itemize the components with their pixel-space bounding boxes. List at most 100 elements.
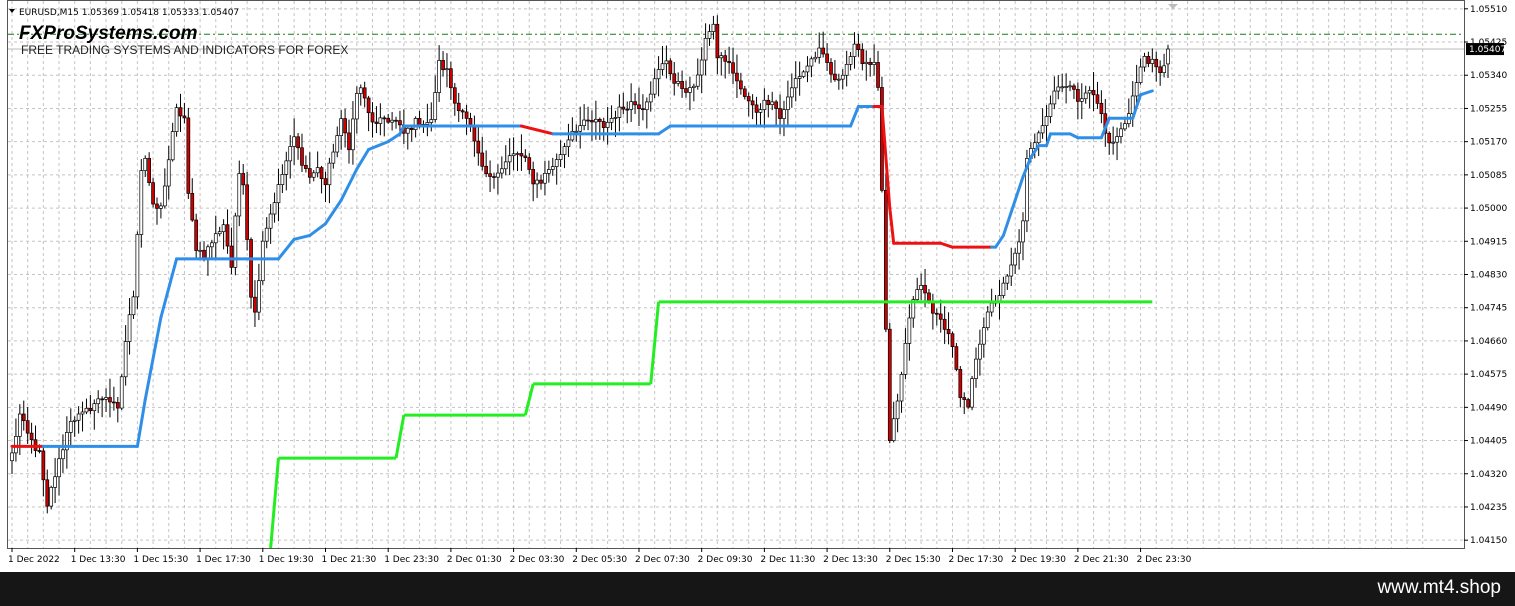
candle-bull	[390, 119, 394, 123]
candle-bull	[206, 246, 210, 259]
candle-bear	[829, 62, 833, 75]
candle-bull	[852, 43, 857, 57]
candle-bear	[625, 108, 630, 111]
symbol-info: EURUSD,M15 1.05369 1.05418 1.05333 1.054…	[19, 8, 239, 18]
candle-bull	[605, 121, 610, 128]
candle-bull	[331, 151, 336, 164]
candle-bull	[699, 59, 704, 76]
candle-bear	[672, 73, 677, 84]
candle-bear	[746, 96, 751, 102]
candle-bear	[1107, 132, 1112, 144]
candle-bear	[484, 165, 489, 175]
price-chart[interactable]: 1.055101.054251.053401.052551.051701.050…	[0, 0, 1515, 572]
candle-bull	[1068, 85, 1072, 88]
candle-bear	[868, 61, 873, 65]
candle-bull	[351, 118, 355, 151]
candle-bear	[492, 176, 496, 178]
candle-bear	[178, 107, 183, 117]
candle-bull	[96, 398, 101, 405]
candle-bull	[264, 227, 269, 242]
candle-bull	[813, 56, 818, 60]
candle-bear	[766, 99, 771, 106]
candle-bull	[809, 58, 814, 67]
candle-bear	[45, 479, 50, 507]
candle-bull	[644, 101, 649, 111]
candle-bull	[547, 169, 551, 174]
candle-bull	[119, 376, 124, 409]
candle-bear	[938, 313, 943, 320]
candle-bear	[253, 296, 257, 313]
plot-background	[0, 0, 1515, 572]
candle-bull	[782, 109, 786, 119]
candle-bull	[758, 109, 763, 113]
candle-bear	[394, 119, 398, 122]
price-tick-label: 1.04575	[1470, 370, 1507, 380]
time-tick-label: 1 Dec 21:30	[321, 555, 376, 565]
candle-bear	[754, 104, 759, 113]
tagline: FREE TRADING SYSTEMS AND INDICATORS FOR …	[21, 43, 348, 57]
candle-bull	[789, 87, 794, 98]
candle-bull	[143, 157, 148, 171]
candle-bear	[778, 108, 782, 119]
candle-bull	[1021, 220, 1025, 243]
candle-bear	[398, 120, 402, 126]
candle-bull	[131, 296, 136, 316]
candle-bull	[801, 71, 806, 77]
time-tick-label: 2 Dec 11:30	[760, 555, 815, 565]
candle-bull	[354, 93, 359, 120]
candle-bear	[21, 413, 26, 422]
candle-bull	[1142, 56, 1147, 68]
candle-bull	[135, 234, 140, 298]
candle-bear	[194, 219, 199, 251]
candle-bear	[29, 432, 34, 441]
candle-bear	[386, 117, 391, 123]
candle-bull	[213, 233, 218, 244]
candle-bull	[762, 99, 767, 110]
candle-bear	[923, 285, 927, 294]
candle-bull	[970, 378, 974, 408]
candle-bull	[978, 343, 982, 360]
candle-bull	[433, 92, 438, 120]
candle-bear	[597, 118, 602, 122]
candle-bull	[1166, 48, 1170, 65]
footer-site[interactable]: www.mt4.shop	[1377, 577, 1501, 599]
time-tick-label: 1 Dec 13:30	[71, 555, 126, 565]
candle-bull	[844, 63, 849, 76]
candle-bull	[1005, 275, 1010, 284]
candle-bull	[445, 68, 449, 71]
candle-bull	[919, 285, 923, 290]
time-tick-label: 2 Dec 05:30	[572, 555, 627, 565]
candle-bull	[629, 101, 633, 110]
candle-bear	[476, 140, 481, 154]
candle-bull	[339, 118, 344, 136]
candle-bull	[80, 411, 85, 415]
candle-bull	[1111, 141, 1115, 144]
candle-bear	[343, 118, 347, 134]
candle-bear	[735, 72, 739, 82]
candle-bear	[366, 97, 371, 114]
candle-bull	[17, 413, 22, 437]
price-tick-label: 1.04660	[1470, 337, 1507, 347]
price-tick-label: 1.05170	[1470, 138, 1507, 148]
candle-bull	[574, 130, 579, 133]
candle-bull	[656, 69, 661, 80]
candle-bear	[115, 402, 120, 409]
candle-bull	[1060, 86, 1065, 89]
candle-bear	[876, 62, 880, 88]
candle-bull	[1083, 92, 1088, 100]
candle-bull	[566, 139, 571, 147]
candle-bull	[272, 202, 277, 215]
candle-bear	[155, 203, 159, 209]
candle-bear	[821, 47, 826, 55]
time-tick-label: 2 Dec 09:30	[698, 555, 753, 565]
price-tick-label: 1.04745	[1470, 304, 1507, 314]
price-tick-label: 1.04320	[1470, 470, 1507, 480]
time-tick-label: 1 Dec 2022	[8, 555, 60, 565]
candle-bull	[104, 397, 108, 400]
candle-bear	[229, 245, 234, 268]
candle-bear	[41, 450, 46, 481]
candle-bear	[1095, 94, 1100, 104]
candle-bear	[88, 407, 93, 412]
candle-bull	[503, 161, 508, 170]
candle-bull	[1150, 58, 1155, 64]
